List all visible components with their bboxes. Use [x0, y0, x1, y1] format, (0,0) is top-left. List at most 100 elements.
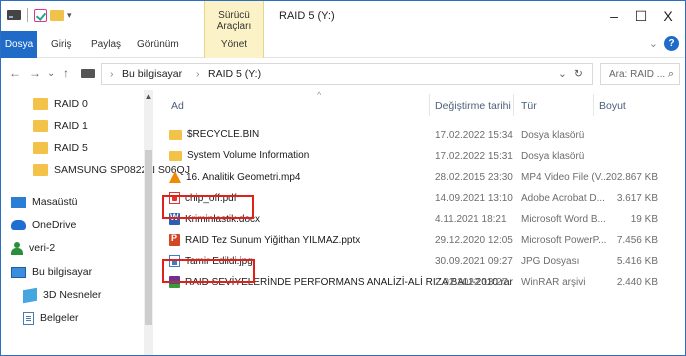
column-divider[interactable]: [513, 94, 514, 116]
3d-objects-icon: [23, 287, 37, 303]
quick-access-toolbar: ▾: [7, 8, 72, 22]
video-file-icon: [169, 171, 181, 183]
maximize-button[interactable]: ☐: [631, 7, 651, 25]
drive-icon: [7, 10, 21, 20]
scroll-up-icon[interactable]: ▲: [144, 92, 153, 101]
file-size: 19 KB: [630, 214, 658, 225]
up-icon[interactable]: ↑: [63, 66, 69, 80]
address-bar[interactable]: › Bu bilgisayar › RAID 5 (Y:) ⌄ ↻: [101, 63, 593, 85]
file-type: JPG Dosyası: [521, 256, 580, 267]
file-type: Microsoft Word B...: [521, 214, 606, 225]
column-size[interactable]: Boyut: [599, 100, 626, 112]
column-header-row: Ad ^ Değiştirme tarihi Tür Boyut: [157, 90, 685, 116]
nav-item-raid5[interactable]: RAID 5: [33, 137, 88, 159]
scroll-thumb[interactable]: [145, 150, 152, 325]
file-modified: 17.02.2022 15:31: [435, 151, 513, 162]
file-name: 16. Analitik Geometri.mp4: [186, 171, 301, 183]
recent-locations-icon[interactable]: ⌄: [47, 68, 55, 79]
nav-item-label: 3D Nesneler: [43, 289, 102, 301]
file-row[interactable]: $RECYCLE.BIN 17.02.2022 15:34 Dosya klasör…: [157, 127, 685, 145]
file-size: 2.440 KB: [616, 277, 658, 288]
folder-icon: [33, 142, 48, 154]
file-modified: 28.02.2015 23:30: [435, 172, 513, 183]
folder-icon: [33, 164, 48, 176]
column-divider[interactable]: [593, 94, 594, 116]
nav-item-desktop[interactable]: Masaüstü: [11, 191, 78, 213]
navigation-pane: RAID 0 RAID 1 RAID 5 SAMSUNG SP0822N S06…: [1, 90, 190, 355]
file-size: 202.867 KB: [605, 172, 658, 183]
tab-manage[interactable]: Yönet: [204, 31, 264, 58]
separator: [27, 8, 28, 22]
back-icon[interactable]: ←: [9, 66, 21, 80]
folder-icon: [169, 129, 182, 140]
column-modified[interactable]: Değiştirme tarihi: [435, 100, 511, 112]
close-button[interactable]: X: [658, 7, 678, 25]
new-folder-icon[interactable]: [50, 9, 64, 21]
file-list: Ad ^ Değiştirme tarihi Tür Boyut $RECYCL…: [157, 90, 685, 355]
cloud-icon: [11, 220, 26, 230]
file-modified: 14.09.2021 13:10: [435, 193, 513, 204]
file-type: Dosya klasörü: [521, 151, 585, 162]
file-modified: 4.11.2021 18:21: [435, 214, 507, 225]
file-row[interactable]: System Volume Information 17.02.2022 15:3…: [157, 148, 685, 166]
nav-item-veri2[interactable]: veri-2: [11, 237, 55, 259]
forward-icon[interactable]: →: [29, 66, 41, 80]
breadcrumb-raid5[interactable]: RAID 5 (Y:): [208, 68, 261, 80]
file-type: Dosya klasörü: [521, 130, 585, 141]
search-input[interactable]: Ara: RAID ...: [609, 69, 665, 80]
file-name-cell[interactable]: RAID Tez Sunum Yiğithan YILMAZ.pptx: [169, 233, 360, 246]
nav-item-label: Bu bilgisayar: [32, 266, 93, 278]
folder-icon: [169, 150, 182, 161]
drive-tools-tab-group: Sürücü Araçları: [204, 1, 264, 32]
file-row[interactable]: 16. Analitik Geometri.mp4 28.02.2015 23:3…: [157, 169, 685, 187]
nav-item-label: veri-2: [29, 242, 56, 254]
file-row[interactable]: RAID Tez Sunum Yiğithan YILMAZ.pptx 29.12…: [157, 232, 685, 250]
nav-item-label: RAID 5: [54, 142, 88, 154]
file-size: 7.456 KB: [616, 235, 658, 246]
file-name: System Volume Information: [187, 150, 310, 161]
column-divider[interactable]: [429, 94, 430, 116]
customize-toolbar-icon[interactable]: ▾: [67, 10, 72, 21]
file-size: 3.617 KB: [616, 193, 658, 204]
column-name[interactable]: Ad: [171, 100, 184, 112]
folder-icon: [33, 120, 48, 132]
file-name: $RECYCLE.BIN: [187, 129, 260, 140]
file-type: Adobe Acrobat D...: [521, 193, 605, 204]
search-icon: ⌕: [667, 68, 674, 80]
nav-item-label: OneDrive: [32, 219, 77, 231]
file-modified: 17.02.2022 15:34: [435, 130, 513, 141]
file-type: Microsoft PowerP...: [521, 235, 607, 246]
expand-ribbon-icon[interactable]: ⌄: [649, 37, 658, 50]
nav-scrollbar[interactable]: ▲: [144, 90, 153, 355]
powerpoint-file-icon: [169, 233, 180, 246]
folder-icon: [33, 98, 48, 110]
nav-item-3d-objects[interactable]: 3D Nesneler: [23, 284, 101, 306]
file-name-cell[interactable]: $RECYCLE.BIN: [169, 129, 259, 140]
nav-item-onedrive[interactable]: OneDrive: [11, 214, 76, 236]
nav-item-raid0[interactable]: RAID 0: [33, 93, 88, 115]
refresh-icon[interactable]: ↻: [574, 68, 583, 80]
help-icon[interactable]: ?: [664, 36, 679, 51]
tab-share[interactable]: Paylaş: [85, 31, 127, 58]
file-name-cell[interactable]: System Volume Information: [169, 150, 309, 161]
file-name-cell[interactable]: 16. Analitik Geometri.mp4: [169, 171, 301, 183]
column-type[interactable]: Tür: [521, 100, 537, 112]
drive-icon: [81, 69, 95, 78]
nav-item-documents[interactable]: Belgeler: [23, 307, 79, 329]
ribbon-tabs: Dosya Giriş Paylaş Görünüm Yönet ⌄ ?: [1, 31, 685, 58]
search-box[interactable]: Ara: RAID ... ⌕: [600, 63, 680, 85]
tab-file[interactable]: Dosya: [1, 31, 37, 58]
tab-home[interactable]: Giriş: [45, 31, 78, 58]
tab-view[interactable]: Görünüm: [131, 31, 185, 58]
nav-item-label: Masaüstü: [32, 196, 78, 208]
minimize-button[interactable]: –: [604, 7, 624, 25]
file-modified: 29.12.2020 12:05: [435, 235, 513, 246]
file-modified: 30.09.2021 09:27: [435, 256, 513, 267]
nav-item-raid1[interactable]: RAID 1: [33, 115, 88, 137]
nav-item-this-pc[interactable]: Bu bilgisayar: [11, 261, 92, 283]
highlight-box-chip-off: [162, 195, 254, 219]
breadcrumb-this-pc[interactable]: Bu bilgisayar: [122, 68, 182, 80]
properties-icon[interactable]: [34, 8, 47, 22]
title-bar: ▾ Sürücü Araçları RAID 5 (Y:) – ☐ X: [1, 1, 685, 32]
address-dropdown-icon[interactable]: ⌄: [558, 68, 567, 80]
